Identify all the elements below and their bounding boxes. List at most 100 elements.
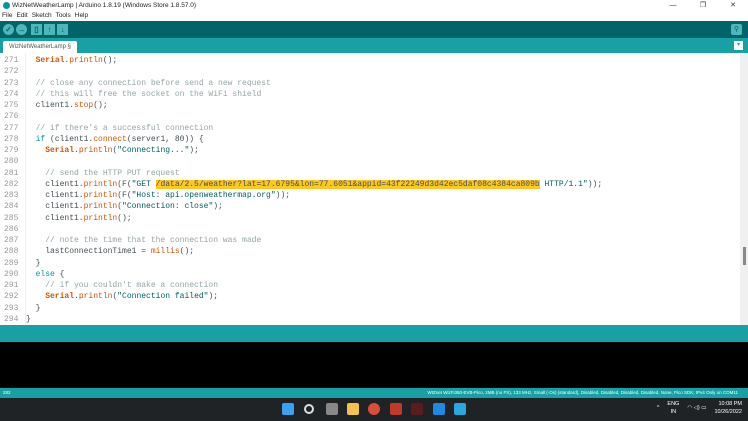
code-line: 281 // send the HTTP PUT request <box>0 168 740 179</box>
code-token: stop <box>74 101 94 110</box>
code-editor[interactable]: 271 Serial.println(); 272 273 // close any… <box>0 53 748 325</box>
code-line: 293 } <box>0 303 740 314</box>
line-number: 290 <box>4 269 19 279</box>
code-token: (); <box>102 56 118 65</box>
code-line: 276 <box>0 111 740 122</box>
line-number: 274 <box>4 89 19 99</box>
code-token: "Connection: close" <box>122 202 214 212</box>
code-token: println <box>83 191 118 200</box>
game-app-icon[interactable] <box>411 403 423 415</box>
menu-file[interactable]: File <box>2 11 12 21</box>
search-icon[interactable] <box>304 404 314 414</box>
scrollbar-thumb[interactable] <box>743 247 746 265</box>
line-number: 289 <box>4 258 19 268</box>
line-number: 281 <box>4 168 19 178</box>
upload-button[interactable]: → <box>16 24 27 35</box>
clock[interactable]: 10:08 PM 10/26/2022 <box>714 400 742 416</box>
windows-taskbar: ^ ENG IN ◠ ◁) ▭ 10:08 PM 10/26/2022 <box>0 398 748 421</box>
serial-monitor-button[interactable]: ⚲ <box>731 24 742 35</box>
code-token: client1. <box>26 101 75 110</box>
console-output <box>0 342 748 388</box>
tab-sketch[interactable]: WizNetWeatherLamp § <box>3 41 77 53</box>
tab-menu-button[interactable]: ▾ <box>734 41 743 50</box>
verify-button[interactable]: ✓ <box>3 24 14 35</box>
date: 10/26/2022 <box>714 409 742 415</box>
status-bar: 282 WIZnet WizFi360-EVB-Pico, 2MB (no FS… <box>0 388 748 398</box>
code-token: "Connection failed" <box>117 292 209 302</box>
vscode-icon[interactable] <box>433 403 445 415</box>
menu-sketch[interactable]: Sketch <box>32 11 52 21</box>
code-line: 277 // if there's a successful connectio… <box>0 123 740 134</box>
code-token: client1. <box>26 191 84 200</box>
code-token: (client1. <box>45 134 94 144</box>
line-number: 292 <box>4 292 19 302</box>
open-button[interactable]: ↑ <box>44 24 55 35</box>
tray-chevron-icon[interactable]: ^ <box>657 405 660 411</box>
menu-tools[interactable]: Tools <box>56 11 71 21</box>
code-token: // note the time that the connection was… <box>26 236 262 245</box>
board-info: WIZnet WizFi360-EVB-Pico, 2MB (no FS), 1… <box>427 390 738 395</box>
line-number: 277 <box>4 123 19 133</box>
app-icon[interactable] <box>390 403 402 415</box>
line-number: 275 <box>4 101 19 110</box>
code-token: )); <box>587 179 603 189</box>
close-button[interactable]: ✕ <box>718 0 748 11</box>
code-token: lastConnectionTime1 = <box>26 247 151 257</box>
network-volume-battery-icons[interactable]: ◠ ◁) ▭ <box>687 405 706 411</box>
language: ENG <box>667 401 680 407</box>
code-token: client1. <box>26 213 84 223</box>
line-number: 271 <box>4 56 19 65</box>
code-token: (F( <box>117 191 132 200</box>
code-token: client1. <box>26 179 84 189</box>
current-line-number: 282 <box>3 390 11 395</box>
line-number: 286 <box>4 224 19 234</box>
save-button[interactable]: ↓ <box>57 24 68 35</box>
start-icon[interactable] <box>282 403 294 415</box>
menu-edit[interactable]: Edit <box>16 11 27 21</box>
task-view-icon[interactable] <box>326 403 338 415</box>
line-number: 280 <box>4 157 19 167</box>
code-line: 272 <box>0 66 740 77</box>
line-number: 272 <box>4 67 19 77</box>
code-token: /data/2.5/weather?lat=17.6795&lon=77.605… <box>155 179 540 189</box>
system-tray: ^ ENG IN ◠ ◁) ▭ 10:08 PM 10/26/2022 <box>657 400 742 416</box>
code-token: millis <box>150 247 180 257</box>
code-token: println <box>69 56 103 65</box>
code-token: } <box>26 303 41 313</box>
new-button[interactable]: ▯ <box>31 24 42 35</box>
arduino-taskbar-icon[interactable] <box>454 403 466 415</box>
code-token: Serial <box>45 292 75 302</box>
code-token: (F( <box>117 179 132 189</box>
chrome-icon[interactable] <box>368 403 380 415</box>
line-number: 287 <box>4 236 19 245</box>
line-number: 284 <box>4 202 19 212</box>
maximize-button[interactable]: ❐ <box>688 0 718 11</box>
code-line: 274 // this will free the socket on the … <box>0 89 740 100</box>
line-number: 285 <box>4 213 19 223</box>
line-number: 293 <box>4 303 19 313</box>
vertical-scrollbar[interactable] <box>740 53 748 325</box>
file-explorer-icon[interactable] <box>347 403 359 415</box>
code-token: println <box>83 179 118 189</box>
code-token: println <box>83 202 118 212</box>
code-token: (); <box>179 247 195 257</box>
menu-bar: File Edit Sketch Tools Help <box>0 11 88 21</box>
code-line: 280 <box>0 156 740 167</box>
line-number: 282 <box>4 179 19 189</box>
code-line: 273 // close any connection before send … <box>0 78 740 89</box>
line-number: 276 <box>4 112 19 122</box>
code-line: 288 lastConnectionTime1 = millis(); <box>0 246 740 257</box>
arduino-logo-icon <box>3 2 10 9</box>
code-token: connect <box>93 134 127 144</box>
title-bar: WizNetWeatherLamp | Arduino 1.8.19 (Wind… <box>0 0 748 11</box>
toolbar: ✓ → ▯ ↑ ↓ ⚲ <box>0 21 748 38</box>
language-indicator[interactable]: ENG IN <box>667 400 679 416</box>
minimize-button[interactable]: — <box>658 0 688 11</box>
code-token: (); <box>93 101 108 110</box>
code-line: 275 client1.stop(); <box>0 100 740 111</box>
menu-help[interactable]: Help <box>75 11 88 21</box>
